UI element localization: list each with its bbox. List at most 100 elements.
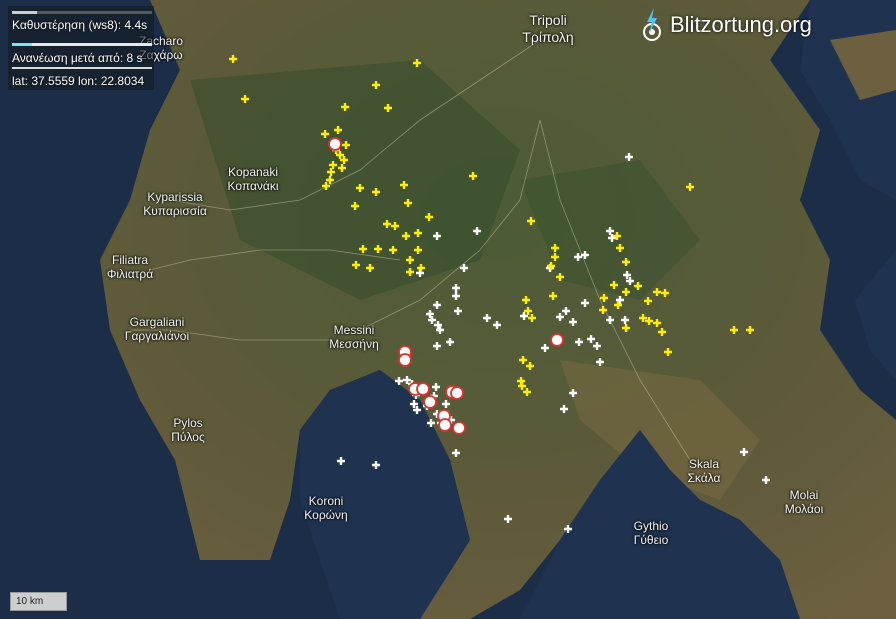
strike-marker-recent (241, 95, 249, 103)
strike-marker-old (452, 292, 460, 300)
strike-marker-old (596, 358, 604, 366)
strike-marker-recent (352, 261, 360, 269)
strike-marker-recent (653, 288, 661, 296)
strike-marker-recent (551, 244, 559, 252)
strike-marker-latest (550, 333, 564, 347)
strike-marker-old (504, 515, 512, 523)
strike-marker-old (372, 461, 380, 469)
strike-marker-old (432, 383, 440, 391)
strike-marker-recent (383, 220, 391, 228)
strike-marker-recent (334, 126, 342, 134)
strike-marker-recent (327, 168, 335, 176)
strike-marker-old (442, 400, 450, 408)
strike-marker-old (427, 419, 435, 427)
strike-marker-recent (661, 289, 669, 297)
strike-marker-recent (417, 264, 425, 272)
strike-marker-old (446, 338, 454, 346)
strike-marker-recent (599, 306, 607, 314)
strike-marker-old (433, 342, 441, 350)
refresh-bar-fill (12, 43, 32, 46)
strike-marker-recent (519, 356, 527, 364)
strike-marker-old (473, 227, 481, 235)
strike-marker-old (564, 525, 572, 533)
strike-marker-old (454, 307, 462, 315)
strike-marker-old (460, 264, 468, 272)
strike-marker-recent (600, 294, 608, 302)
strike-marker-recent (528, 314, 536, 322)
strike-marker-recent (384, 104, 392, 112)
strike-marker-recent (341, 103, 349, 111)
strike-marker-recent (526, 362, 534, 370)
strike-marker-recent (616, 244, 624, 252)
strike-marker-recent (686, 183, 694, 191)
strike-marker-old (581, 251, 589, 259)
strike-marker-old (606, 316, 614, 324)
strike-marker-old (395, 377, 403, 385)
brand-title: Blitzortung.org (670, 12, 812, 37)
strike-marker-old (560, 405, 568, 413)
strike-marker-recent (522, 296, 530, 304)
strike-marker-recent (359, 245, 367, 253)
strike-marker-recent (622, 288, 630, 296)
delay-bar-fill (12, 11, 38, 14)
strike-marker-old (575, 338, 583, 346)
strike-marker-recent (329, 161, 337, 169)
lightning-map[interactable]: Tripoli Τρίπολη Zacharo Ζαχάρω Kopanaki … (0, 0, 896, 619)
strike-marker-recent (551, 253, 559, 261)
strike-marker-recent (372, 81, 380, 89)
strike-marker-old (337, 457, 345, 465)
strike-marker-recent (730, 326, 738, 334)
strike-marker-recent (338, 164, 346, 172)
strike-marker-latest (452, 421, 466, 435)
strike-marker-recent (653, 319, 661, 327)
refresh-underline (12, 67, 152, 69)
strike-marker-recent (342, 141, 350, 149)
refresh-text: Ανανέωση μετά από: 8 s (12, 51, 143, 65)
refresh-bar (12, 43, 152, 46)
strike-marker-latest (423, 395, 437, 409)
strike-marker-recent (406, 256, 414, 264)
strike-marker-latest (450, 386, 464, 400)
strike-marker-recent (622, 258, 630, 266)
strike-marker-old (574, 253, 582, 261)
coords-text: lat: 37.5559 lon: 22.8034 (12, 74, 145, 88)
strike-marker-recent (229, 55, 237, 63)
strike-marker-recent (414, 229, 422, 237)
strike-marker-recent (321, 130, 329, 138)
strike-marker-recent (366, 264, 374, 272)
blitzortung-brand[interactable]: Blitzortung.org (640, 8, 812, 42)
strike-overlay (229, 55, 770, 533)
strike-marker-recent (556, 273, 564, 281)
strike-marker-old (606, 227, 614, 235)
strike-marker-old (433, 301, 441, 309)
strike-marker-recent (523, 388, 531, 396)
strike-marker-old (569, 318, 577, 326)
strike-marker-recent (469, 172, 477, 180)
scale-bar: 10 km (10, 592, 67, 611)
strike-marker-latest (328, 137, 342, 151)
strike-marker-latest (416, 382, 430, 396)
strike-marker-old (625, 153, 633, 161)
strike-marker-recent (413, 59, 421, 67)
strike-marker-old (452, 449, 460, 457)
strike-marker-recent (549, 292, 557, 300)
strike-marker-old (483, 314, 491, 322)
strike-marker-recent (644, 297, 652, 305)
strike-marker-old (569, 389, 577, 397)
strike-marker-recent (634, 282, 642, 290)
strike-marker-old (762, 476, 770, 484)
delay-bar (12, 11, 152, 14)
strike-marker-old (593, 342, 601, 350)
info-panel: Καθυστέρηση (ws8): 4.4s Ανανέωση μετά απ… (8, 6, 154, 90)
strike-marker-recent (658, 328, 666, 336)
strike-marker-latest (398, 353, 412, 367)
strike-marker-recent (400, 181, 408, 189)
strike-marker-old (541, 344, 549, 352)
strike-marker-recent (425, 213, 433, 221)
strike-marker-old (493, 321, 501, 329)
strike-marker-recent (374, 245, 382, 253)
strike-marker-old (433, 232, 441, 240)
strike-marker-recent (391, 222, 399, 230)
strike-marker-old (581, 299, 589, 307)
strike-marker-recent (622, 324, 630, 332)
